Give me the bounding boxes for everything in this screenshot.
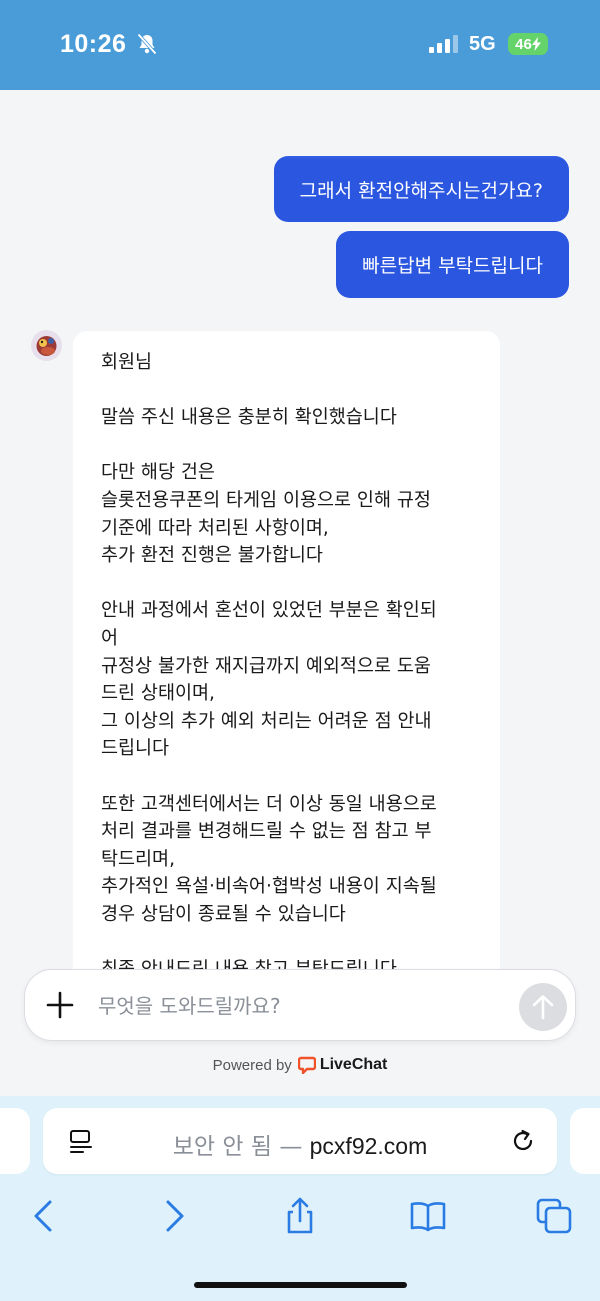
- agent-message-line: 최종 안내드린 내용 참고 부탁드립니다: [101, 959, 397, 970]
- agent-message-line: 탁드리며,: [101, 848, 175, 870]
- message-composer: [24, 969, 576, 1041]
- bell-slash-icon: [137, 33, 157, 55]
- user-message-text: 빠른답변 부탁드립니다: [362, 255, 543, 277]
- agent-message-line: [101, 570, 476, 598]
- agent-message-line: 경우 상담이 종료될 수 있습니다: [101, 903, 346, 925]
- agent-message-text: 회원님말씀 주신 내용은 충분히 확인했습니다다만 해당 건은슬롯전용쿠폰의 타…: [101, 349, 476, 970]
- agent-message-line: [101, 763, 476, 791]
- agent-message-line: 그 이상의 추가 예외 처리는 어려운 점 안내: [101, 710, 432, 732]
- agent-message-line: [101, 928, 476, 956]
- status-time: 10:26: [60, 30, 127, 58]
- chat-area[interactable]: 그래서 환전안해주시는건가요? 빠른답변 부탁드립니다 회원님말씀 주신 내용은…: [0, 90, 600, 970]
- browser-toolbar: 보안 안 됨 — pcxf92.com: [0, 1096, 600, 1301]
- reload-icon[interactable]: [510, 1128, 536, 1154]
- address-bar[interactable]: 보안 안 됨 — pcxf92.com: [43, 1108, 557, 1174]
- send-button[interactable]: [519, 983, 567, 1031]
- message-input[interactable]: [98, 990, 508, 1022]
- battery-level: 46: [515, 35, 532, 53]
- agent-message-line: 규정상 불가한 재지급까지 예외적으로 도움: [101, 655, 431, 677]
- next-tab-peek[interactable]: [570, 1108, 600, 1174]
- user-message-bubble: 그래서 환전안해주시는건가요?: [273, 156, 569, 222]
- url-domain: pcxf92.com: [309, 1133, 428, 1159]
- back-icon[interactable]: [24, 1196, 64, 1236]
- agent-avatar-image: [31, 330, 62, 361]
- livechat-brand: LiveChat: [297, 1056, 388, 1074]
- user-message-text: 그래서 환전안해주시는건가요?: [299, 179, 543, 202]
- agent-message-line: 어: [101, 627, 119, 649]
- network-label: 5G: [469, 33, 496, 55]
- agent-message-line: 추가 환전 진행은 불가합니다: [101, 545, 323, 567]
- url-display: 보안 안 됨 — pcxf92.com: [43, 1127, 557, 1161]
- brand-name: LiveChat: [319, 1056, 388, 1073]
- cellular-signal-icon: [429, 35, 458, 53]
- agent-message-line: 다만 해당 건은: [101, 462, 215, 484]
- agent-message-line: 처리 결과를 변경해드릴 수 없는 점 참고 부: [101, 821, 432, 843]
- agent-message-line: [101, 432, 476, 460]
- forward-icon[interactable]: [154, 1196, 194, 1236]
- agent-message-line: 기준에 따라 처리된 사항이며,: [101, 517, 329, 539]
- agent-message-line: 안내 과정에서 혼선이 있었던 부분은 확인되: [101, 600, 437, 622]
- agent-message-line: 추가적인 욕설·비속어·협박성 내용이 지속될: [101, 876, 437, 898]
- agent-message-line: 회원님: [101, 352, 153, 373]
- agent-message-bubble: 회원님말씀 주신 내용은 충분히 확인했습니다다만 해당 건은슬롯전용쿠폰의 타…: [73, 331, 500, 970]
- agent-message-line: 말씀 주신 내용은 충분히 확인했습니다: [101, 407, 397, 429]
- agent-message-line: 슬롯전용쿠폰의 타게임 이용으로 인해 규정: [101, 489, 431, 511]
- charging-bolt-icon: [531, 37, 541, 51]
- battery-indicator: 46: [508, 33, 548, 55]
- agent-message-line: 드립니다: [101, 738, 170, 760]
- attach-plus-button[interactable]: [39, 984, 81, 1026]
- arrow-up-icon: [532, 995, 554, 1020]
- status-bar: 10:26 5G 46: [0, 0, 600, 90]
- agent-message-line: 드린 상태이며,: [101, 683, 215, 705]
- agent-message-line: 또한 고객센터에서는 더 이상 동일 내용으로: [101, 793, 437, 815]
- powered-by-label: Powered by: [212, 1056, 292, 1074]
- agent-message-line: [101, 377, 476, 405]
- livechat-logo-icon: [297, 1056, 316, 1074]
- tabs-icon[interactable]: [534, 1196, 574, 1236]
- user-message-bubble: 빠른답변 부탁드립니다: [336, 231, 569, 298]
- agent-avatar: [31, 330, 62, 361]
- share-icon[interactable]: [280, 1196, 320, 1236]
- insecure-label: 보안 안 됨 —: [172, 1134, 310, 1160]
- home-indicator[interactable]: [194, 1282, 407, 1288]
- powered-by[interactable]: Powered by LiveChat: [0, 1056, 600, 1074]
- bookmarks-icon[interactable]: [408, 1196, 448, 1236]
- previous-tab-peek[interactable]: [0, 1108, 30, 1174]
- scroll-fade: [0, 90, 600, 160]
